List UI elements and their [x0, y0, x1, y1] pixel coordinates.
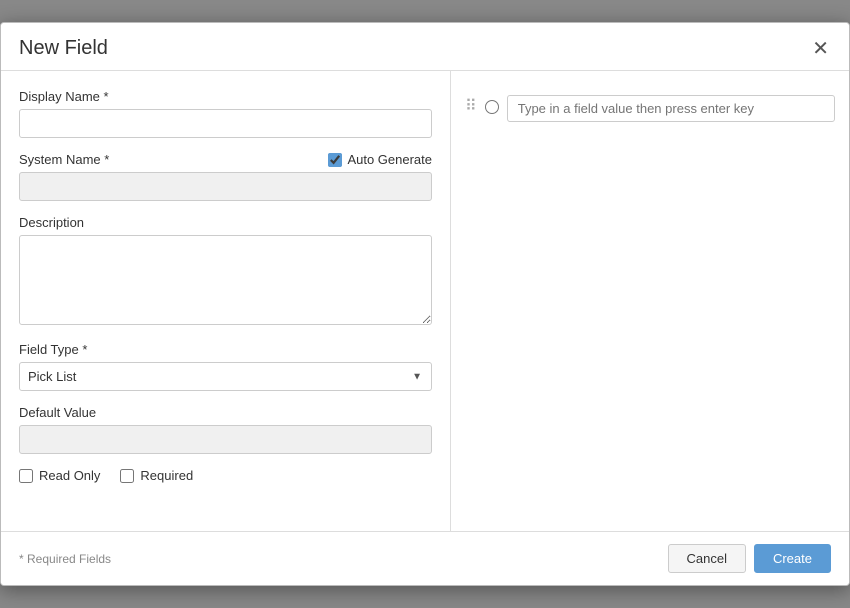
picklist-radio[interactable] [485, 100, 499, 114]
system-name-group: System Name * Auto Generate [19, 152, 432, 201]
close-button[interactable]: ✕ [810, 39, 831, 59]
display-name-group: Display Name * [19, 89, 432, 138]
required-item[interactable]: Required [120, 468, 193, 483]
dialog-title: New Field [19, 37, 108, 60]
picklist-value-input[interactable] [507, 95, 835, 122]
description-group: Description [19, 215, 432, 328]
cancel-button[interactable]: Cancel [668, 544, 746, 573]
read-only-item[interactable]: Read Only [19, 468, 100, 483]
description-input[interactable] [19, 235, 432, 325]
system-name-label: System Name * [19, 152, 109, 167]
left-panel: Display Name * System Name * Auto Genera… [1, 71, 451, 531]
read-only-label[interactable]: Read Only [39, 468, 100, 483]
required-note: * Required Fields [19, 552, 111, 566]
picklist-area: ⠿ [465, 89, 835, 122]
auto-generate-label[interactable]: Auto Generate [328, 152, 432, 167]
dialog-body: Display Name * System Name * Auto Genera… [1, 71, 849, 531]
field-type-select[interactable]: Pick List Text Number Date Boolean [19, 362, 432, 391]
drag-handle-icon: ⠿ [465, 95, 477, 115]
system-name-input[interactable] [19, 172, 432, 201]
dialog-footer: * Required Fields Cancel Create [1, 531, 849, 585]
display-name-input[interactable] [19, 109, 432, 138]
create-button[interactable]: Create [754, 544, 831, 573]
auto-generate-checkbox[interactable] [328, 153, 342, 167]
required-label[interactable]: Required [140, 468, 193, 483]
default-value-group: Default Value [19, 405, 432, 454]
checkbox-row: Read Only Required [19, 468, 432, 483]
field-type-select-wrapper: Pick List Text Number Date Boolean [19, 362, 432, 391]
system-name-row: System Name * Auto Generate [19, 152, 432, 167]
dialog-header: New Field ✕ [1, 23, 849, 71]
default-value-input[interactable] [19, 425, 432, 454]
new-field-dialog: New Field ✕ Display Name * System Name * [0, 22, 850, 586]
field-type-label: Field Type * [19, 342, 432, 357]
display-name-label: Display Name * [19, 89, 432, 104]
required-checkbox[interactable] [120, 469, 134, 483]
default-value-label: Default Value [19, 405, 432, 420]
read-only-checkbox[interactable] [19, 469, 33, 483]
footer-buttons: Cancel Create [668, 544, 832, 573]
field-type-group: Field Type * Pick List Text Number Date … [19, 342, 432, 391]
right-panel: ⠿ [451, 71, 849, 531]
description-label: Description [19, 215, 432, 230]
